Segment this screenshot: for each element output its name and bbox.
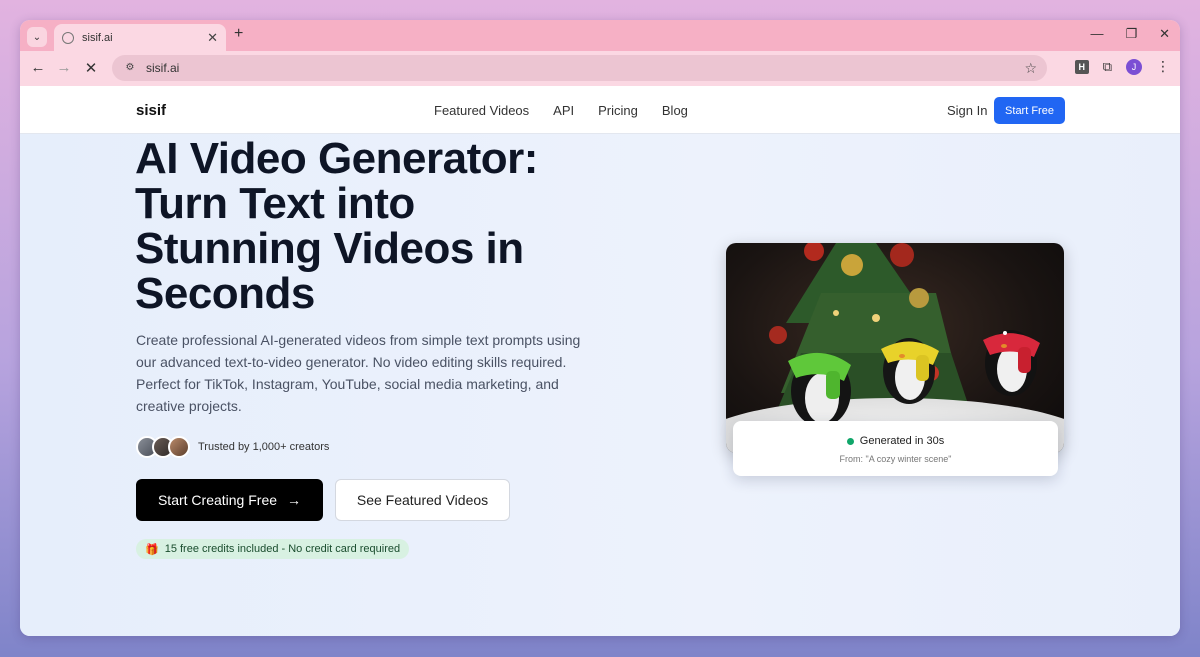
browser-tab[interactable]: sisif.ai ✕ <box>54 24 226 51</box>
window-close-icon[interactable]: ✕ <box>1159 26 1170 42</box>
avatar <box>168 436 190 458</box>
credits-text: 15 free credits included - No credit car… <box>164 543 401 555</box>
prompt-source: From: "A cozy winter scene" <box>839 454 952 464</box>
sign-in-link[interactable]: Sign In <box>947 103 987 118</box>
forward-icon[interactable]: → <box>55 59 73 76</box>
browser-toolbar: ← → ✕ ⚙ sisif.ai ☆ H ⧉ J ⋮ <box>20 51 1180 86</box>
nav-link-pricing[interactable]: Pricing <box>598 103 638 118</box>
hero-title-line: Seconds <box>135 269 315 318</box>
profile-avatar[interactable]: J <box>1126 58 1142 75</box>
button-label: See Featured Videos <box>356 492 489 508</box>
status-line: Generated in 30s <box>733 435 1058 447</box>
creator-avatars <box>136 436 190 458</box>
site-header: sisif Featured Videos API Pricing Blog S… <box>20 86 1180 134</box>
tab-search-button[interactable]: ⌄ <box>27 27 47 47</box>
tab-title: sisif.ai <box>82 31 113 44</box>
start-free-button[interactable]: Start Free <box>994 97 1065 124</box>
trust-row: Trusted by 1,000+ creators <box>136 436 329 458</box>
back-icon[interactable]: ← <box>29 59 47 76</box>
start-creating-button[interactable]: Start Creating Free → <box>136 479 323 521</box>
chevron-down-icon: ⌄ <box>32 31 42 43</box>
status-dot-icon <box>846 437 854 445</box>
close-icon[interactable]: ✕ <box>207 30 218 46</box>
arrow-right-icon: → <box>287 492 302 508</box>
gift-icon: 🎁 <box>145 543 159 556</box>
generation-status-card: Generated in 30s From: "A cozy winter sc… <box>733 421 1058 476</box>
stop-loading-icon[interactable]: ✕ <box>82 59 100 77</box>
hero-description: Create professional AI-generated videos … <box>136 332 581 414</box>
nav-link-api[interactable]: API <box>553 103 574 118</box>
nav-link-blog[interactable]: Blog <box>662 103 688 118</box>
address-bar[interactable]: ⚙ sisif.ai ☆ <box>112 55 1047 81</box>
status-text: Generated in 30s <box>859 435 945 447</box>
credits-badge: 🎁 15 free credits included - No credit c… <box>136 539 410 559</box>
url-text[interactable]: sisif.ai <box>146 61 1024 75</box>
hero-title: AI Video Generator: Turn Text into Stunn… <box>135 136 605 316</box>
loading-icon <box>62 31 74 44</box>
nav-link-featured-videos[interactable]: Featured Videos <box>434 103 529 118</box>
hero-title-line: Stunning Videos in <box>135 224 524 273</box>
bookmark-star-icon[interactable]: ☆ <box>1024 60 1037 77</box>
new-tab-button[interactable]: + <box>234 25 243 43</box>
hero-title-line: AI Video Generator: <box>135 134 538 183</box>
window-controls: — ❐ ✕ <box>1090 26 1170 42</box>
extension-h-icon[interactable]: H <box>1074 59 1089 74</box>
browser-window: ⌄ sisif.ai ✕ + — ❐ ✕ ← → ✕ ⚙ sisif.ai ☆ … <box>20 20 1180 636</box>
site-info-icon[interactable]: ⚙ <box>122 60 138 76</box>
site-logo[interactable]: sisif <box>136 102 166 119</box>
extension-area: H ⧉ J ⋮ <box>1074 58 1170 75</box>
tab-strip: ⌄ sisif.ai ✕ + — ❐ ✕ <box>20 20 1180 51</box>
hero-title-line: Turn Text into <box>135 179 415 228</box>
see-featured-videos-button[interactable]: See Featured Videos <box>335 479 510 521</box>
web-page: sisif Featured Videos API Pricing Blog S… <box>20 86 1180 636</box>
trust-text: Trusted by 1,000+ creators <box>198 441 330 453</box>
nav-links: Featured Videos API Pricing Blog <box>434 103 688 118</box>
button-label: Start Creating Free <box>157 492 278 508</box>
menu-kebab-icon[interactable]: ⋮ <box>1156 58 1170 75</box>
extensions-puzzle-icon[interactable]: ⧉ <box>1103 59 1112 75</box>
restore-icon[interactable]: ❐ <box>1125 26 1137 42</box>
minimize-icon[interactable]: — <box>1090 26 1103 42</box>
